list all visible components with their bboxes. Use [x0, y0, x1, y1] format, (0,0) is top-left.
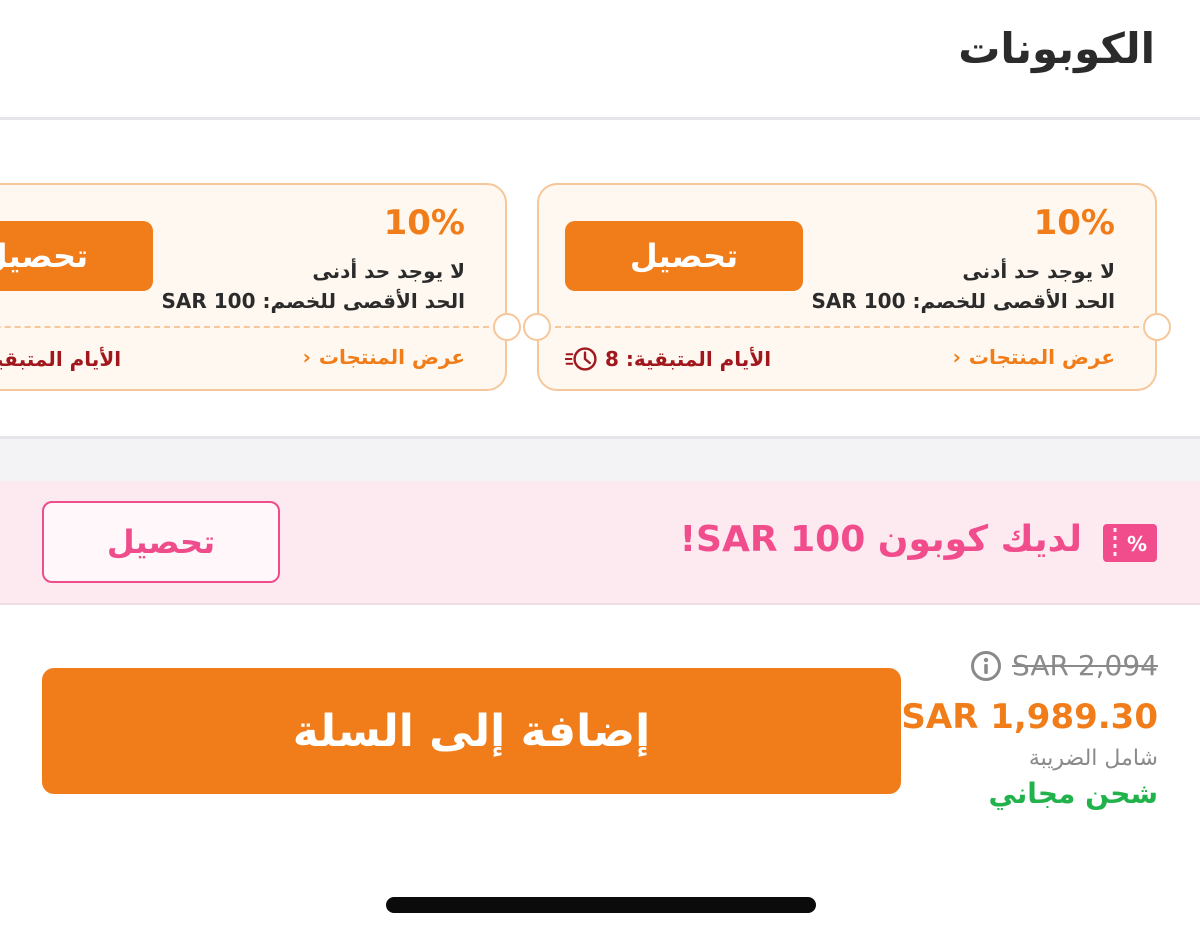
coupon-minimum-text: لا يوجد حد أدنى	[312, 259, 465, 283]
view-products-label: عرض المنتجات	[318, 345, 465, 369]
coupon-notch	[493, 313, 521, 341]
days-left-label: الأيام المتبقية: 8	[605, 347, 772, 371]
coupon-max-discount-text: الحد الأقصى للخصم: SAR 100	[811, 289, 1115, 313]
days-left-indicator: الأيام المتبقية: 8	[0, 343, 121, 375]
free-shipping-label: شحن مجاني	[988, 777, 1158, 810]
view-products-link[interactable]: عرض المنتجات ‹	[303, 345, 465, 369]
coupon-promo-banner: % لديك كوبون SAR 100! تحصيل	[0, 481, 1200, 605]
original-price: SAR 2,094	[1012, 649, 1158, 682]
add-to-cart-button[interactable]: إضافة إلى السلة	[42, 668, 901, 794]
percent-coupon-icon: %	[1103, 524, 1157, 562]
days-left-indicator: الأيام المتبقية: 8	[565, 343, 771, 375]
coupon-divider	[0, 326, 489, 328]
coupon-carousel[interactable]: 10% لا يوجد حد أدنى الحد الأقصى للخصم: S…	[0, 123, 1200, 436]
old-price-row: SAR 2,094	[970, 649, 1158, 682]
discounted-price: SAR 1,989.30	[901, 697, 1158, 737]
coupon-divider	[555, 326, 1139, 328]
days-left-label: الأيام المتبقية: 8	[0, 347, 122, 371]
chevron-left-icon: ‹	[952, 345, 961, 369]
coupon-minimum-text: لا يوجد حد أدنى	[962, 259, 1115, 283]
promo-message: لديك كوبون SAR 100!	[679, 519, 1082, 560]
clock-icon	[565, 347, 597, 371]
header: الكوبونات	[0, 0, 1200, 120]
home-indicator[interactable]	[386, 897, 816, 913]
section-separator	[0, 436, 1200, 481]
coupon-notch	[523, 313, 551, 341]
claim-coupon-button[interactable]: تحصيل	[0, 221, 153, 291]
info-icon[interactable]	[970, 650, 1002, 682]
coupon-discount-percent: 10%	[1033, 203, 1115, 243]
claim-coupon-button[interactable]: تحصيل	[565, 221, 803, 291]
view-products-link[interactable]: عرض المنتجات ‹	[953, 345, 1115, 369]
tax-note: شامل الضريبة	[1028, 746, 1158, 771]
coupon-discount-percent: 10%	[383, 203, 465, 243]
purchase-bar: إضافة إلى السلة SAR 2,094 SAR 1,989.30 ش…	[0, 605, 1200, 935]
page-title: الكوبونات	[958, 24, 1155, 73]
coupon-notch	[1143, 313, 1171, 341]
svg-text:%: %	[1127, 532, 1147, 556]
coupon-max-discount-text: الحد الأقصى للخصم: SAR 100	[161, 289, 465, 313]
promo-claim-button[interactable]: تحصيل	[42, 501, 280, 583]
coupon-card: 10% لا يوجد حد أدنى الحد الأقصى للخصم: S…	[523, 183, 1171, 391]
chevron-left-icon: ‹	[302, 345, 311, 369]
coupon-card: 10% لا يوجد حد أدنى الحد الأقصى للخصم: S…	[0, 183, 521, 391]
view-products-label: عرض المنتجات	[968, 345, 1115, 369]
